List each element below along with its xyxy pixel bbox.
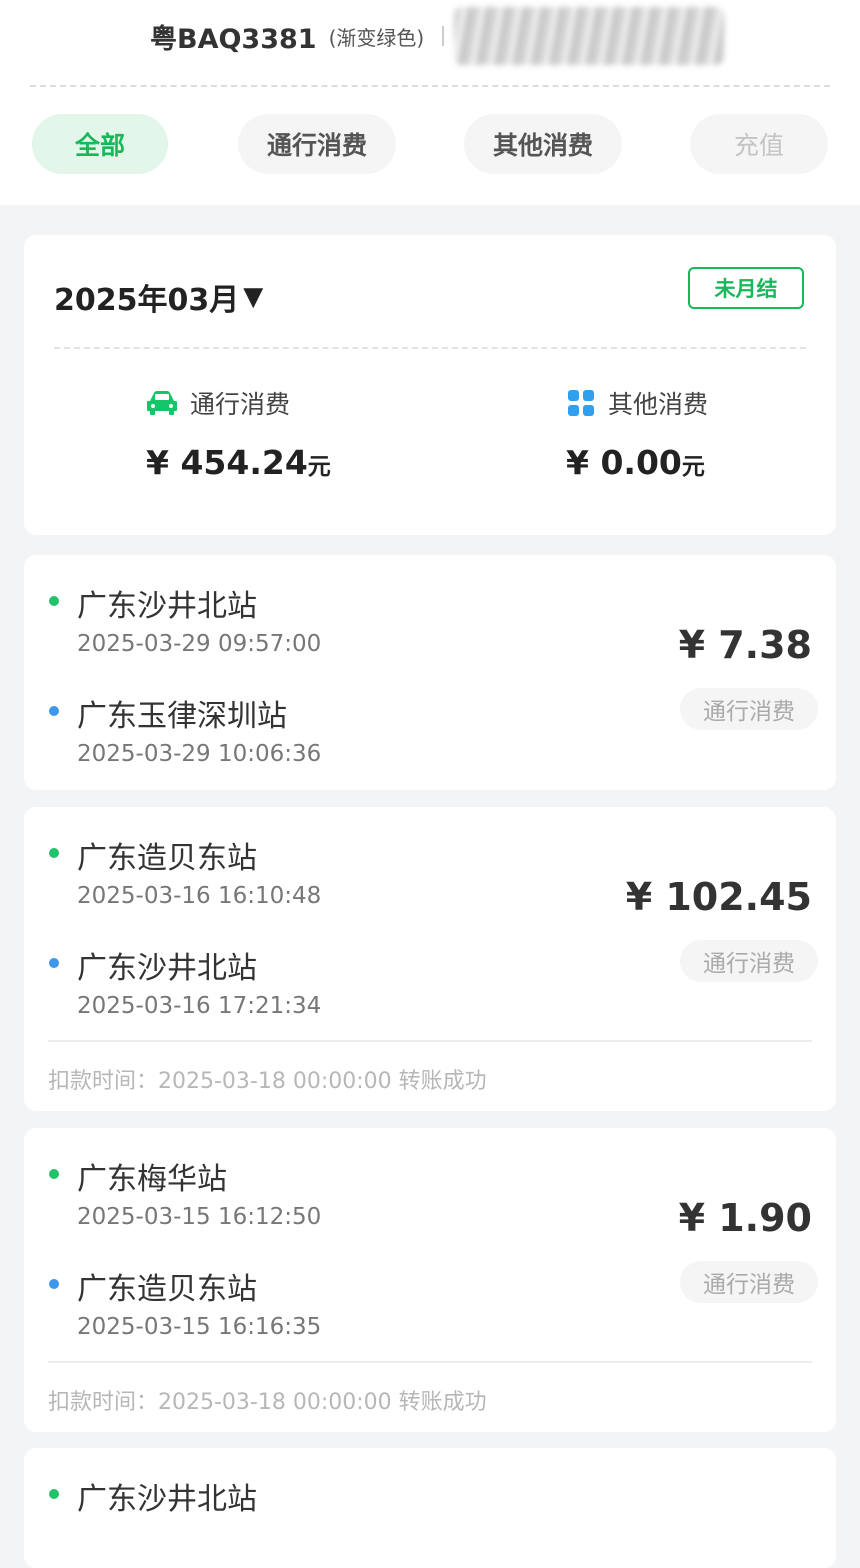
record-type-tag: 通行消费 xyxy=(680,940,818,982)
exit-dot xyxy=(49,706,59,716)
caret-down-icon: ▼ xyxy=(243,282,264,312)
header: 粤BAQ3381 (渐变绿色) 全部 通行消费 其他消费 充值 xyxy=(0,0,860,205)
other-amount-value: ¥ 0.00 xyxy=(566,443,682,482)
other-summary-label: 其他消费 xyxy=(608,390,709,419)
exit-time: 2025-03-15 16:16:35 xyxy=(77,1314,322,1340)
record-amount: ¥ 102.45 xyxy=(625,875,812,919)
header-divider xyxy=(30,85,830,87)
entry-dot xyxy=(49,1169,59,1179)
record-amount: ¥ 7.38 xyxy=(678,623,812,667)
filter-tabs: 全部 通行消费 其他消费 充值 xyxy=(32,114,832,176)
record-card[interactable]: 广东沙井北站 2025-03-29 09:57:00 广东玉律深圳站 2025-… xyxy=(24,555,836,790)
tab-all[interactable]: 全部 xyxy=(32,114,168,174)
redacted-info xyxy=(454,7,725,65)
toll-amount-unit: 元 xyxy=(307,454,331,480)
exit-dot xyxy=(49,958,59,968)
record-amount: ¥ 1.90 xyxy=(678,1196,812,1240)
exit-station: 广东造贝东站 xyxy=(77,1272,257,1307)
entry-dot xyxy=(49,848,59,858)
other-summary: 其他消费 ¥ 0.00元 xyxy=(566,385,708,482)
entry-time: 2025-03-15 16:12:50 xyxy=(77,1204,322,1230)
entry-time: 2025-03-16 16:10:48 xyxy=(77,883,322,909)
entry-station: 广东梅华站 xyxy=(77,1162,227,1197)
vehicle-info[interactable]: 粤BAQ3381 (渐变绿色) xyxy=(150,7,725,65)
record-divider xyxy=(48,1361,812,1363)
tab-recharge[interactable]: 充值 xyxy=(690,114,828,174)
record-divider xyxy=(48,1040,812,1042)
car-icon xyxy=(147,391,177,415)
record-type-tag: 通行消费 xyxy=(680,1261,818,1303)
entry-dot xyxy=(49,1489,59,1499)
exit-station: 广东沙井北站 xyxy=(77,951,257,986)
deduct-info: 扣款时间：2025-03-18 00:00:00 转账成功 xyxy=(48,1069,487,1094)
record-card[interactable]: 广东造贝东站 2025-03-16 16:10:48 广东沙井北站 2025-0… xyxy=(24,807,836,1111)
deduct-info: 扣款时间：2025-03-18 00:00:00 转账成功 xyxy=(48,1390,487,1415)
tab-other[interactable]: 其他消费 xyxy=(464,114,622,174)
toll-amount-value: ¥ 454.24 xyxy=(146,443,308,482)
exit-time: 2025-03-29 10:06:36 xyxy=(77,741,322,767)
other-amount-unit: 元 xyxy=(681,454,705,480)
toll-summary-label: 通行消费 xyxy=(190,390,291,419)
status-badge: 未月结 xyxy=(688,267,804,309)
tab-toll[interactable]: 通行消费 xyxy=(238,114,396,174)
entry-station: 广东造贝东站 xyxy=(77,841,257,876)
record-card[interactable]: 广东梅华站 2025-03-15 16:12:50 广东造贝东站 2025-03… xyxy=(24,1128,836,1432)
entry-dot xyxy=(49,596,59,606)
record-card[interactable]: 广东沙井北站 xyxy=(24,1448,836,1568)
entry-station: 广东沙井北站 xyxy=(77,1482,257,1517)
toll-summary-amount: ¥ 454.24元 xyxy=(146,443,331,482)
plate-number: 粤BAQ3381 xyxy=(150,23,317,55)
exit-time: 2025-03-16 17:21:34 xyxy=(77,993,322,1019)
plate-separator xyxy=(442,26,445,46)
entry-station: 广东沙井北站 xyxy=(77,589,257,624)
exit-dot xyxy=(49,1279,59,1289)
summary-divider xyxy=(54,347,806,349)
entry-time: 2025-03-29 09:57:00 xyxy=(77,631,322,657)
plate-color: (渐变绿色) xyxy=(328,25,425,50)
month-label: 2025年03月 xyxy=(54,283,240,318)
toll-summary: 通行消费 ¥ 454.24元 xyxy=(146,385,331,482)
other-summary-amount: ¥ 0.00元 xyxy=(566,443,708,482)
exit-station: 广东玉律深圳站 xyxy=(77,699,287,734)
grid-icon xyxy=(568,390,594,416)
record-type-tag: 通行消费 xyxy=(680,688,818,730)
month-selector[interactable]: 2025年03月 ▼ xyxy=(54,275,263,319)
month-summary-card: 2025年03月 ▼ 未月结 通行消费 ¥ 454.24元 其他消费 ¥ 0.0… xyxy=(24,235,836,535)
